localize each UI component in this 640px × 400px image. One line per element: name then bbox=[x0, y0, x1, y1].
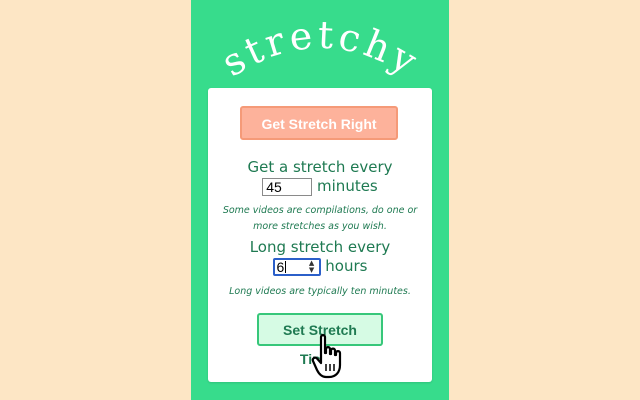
long-interval-unit: hours bbox=[325, 257, 368, 275]
text-caret bbox=[284, 260, 286, 273]
spinner-arrows[interactable]: ▲ ▼ bbox=[307, 259, 317, 274]
interval-unit: minutes bbox=[317, 177, 378, 195]
interval-row: minutes bbox=[208, 177, 432, 196]
app-logo: stretchy bbox=[214, 13, 428, 85]
interval-label: Get a stretch every bbox=[247, 158, 393, 176]
spinner-down-icon[interactable]: ▼ bbox=[307, 266, 317, 274]
get-stretch-now-button[interactable]: Get Stretch Right Now bbox=[240, 106, 398, 162]
logo-text: stretchy bbox=[214, 13, 428, 85]
long-interval-label: Long stretch every bbox=[249, 238, 391, 256]
interval-note: Some videos are compilations, do one or … bbox=[222, 205, 418, 232]
long-interval-row: 6 ▲ ▼ hours bbox=[208, 257, 432, 276]
hand-pointer-icon bbox=[311, 334, 342, 379]
long-interval-value: 6 bbox=[276, 258, 285, 275]
interval-minutes-input[interactable] bbox=[262, 177, 313, 196]
long-interval-hours-input[interactable]: 6 ▲ ▼ bbox=[272, 257, 321, 276]
long-interval-note: Long videos are typically ten minutes. bbox=[229, 286, 411, 297]
